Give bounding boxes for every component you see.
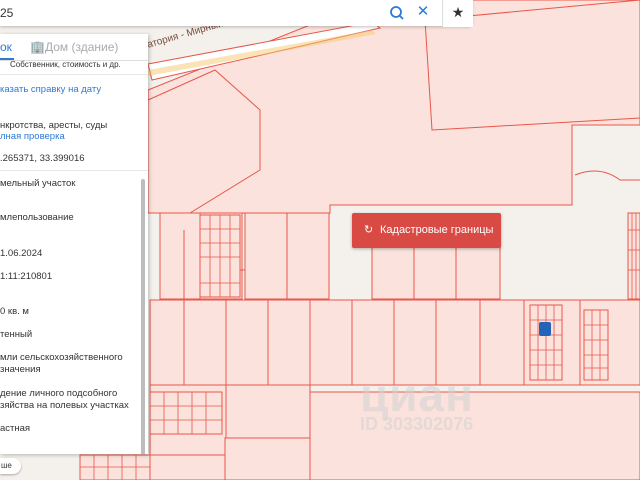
land-category-line2: значения [0, 364, 41, 375]
cadastral-borders-label: Кадастровые границы [380, 224, 494, 236]
land-category-line1: мли сельскохозяйственного [0, 352, 123, 363]
info-panel: ок 🏢Дом (здание) Собственник, стоимость … [0, 34, 148, 454]
report-link[interactable]: казать справку на дату [0, 84, 101, 95]
area-value: 0 кв. м [0, 306, 29, 317]
star-icon[interactable]: ★ [442, 0, 473, 27]
more-button[interactable]: ше [0, 458, 21, 474]
refresh-icon: ↻ [364, 224, 374, 236]
search-icon[interactable] [388, 4, 406, 22]
tab-building[interactable]: 🏢Дом (здание) [30, 40, 118, 54]
cadastral-borders-button[interactable]: ↻ Кадастровые границы [352, 213, 501, 248]
registration-date: 1.06.2024 [0, 248, 43, 259]
watermark: циан ID 303302076 [360, 369, 474, 434]
bankruptcy-text: нкротства, аресты, суды [0, 120, 108, 131]
tab-parcel[interactable]: ок [0, 40, 12, 54]
owner-hint: Собственник, стоимость и др. [10, 60, 121, 69]
selected-parcel-marker[interactable] [539, 322, 551, 336]
search-input[interactable]: 25 [0, 6, 13, 20]
land-use: млепользование [0, 212, 74, 223]
permitted-use-line1: дение личного подсобного [0, 388, 118, 399]
full-check-link[interactable]: лная проверка [0, 131, 65, 142]
status-value: тенный [0, 329, 33, 340]
object-type: мельный участок [0, 178, 76, 189]
close-icon[interactable]: ✕ [414, 3, 432, 21]
coordinates: .265371, 33.399016 [0, 153, 85, 164]
search-bar: 25 ✕ ★ [0, 0, 473, 27]
panel-tabs: ок 🏢Дом (здание) [0, 34, 148, 61]
cadastral-quarter: 1:11:210801 [0, 271, 53, 282]
ownership-form: астная [0, 423, 31, 434]
permitted-use-line2: зяйства на полевых участках [0, 400, 129, 411]
panel-scrollbar[interactable] [141, 179, 145, 454]
